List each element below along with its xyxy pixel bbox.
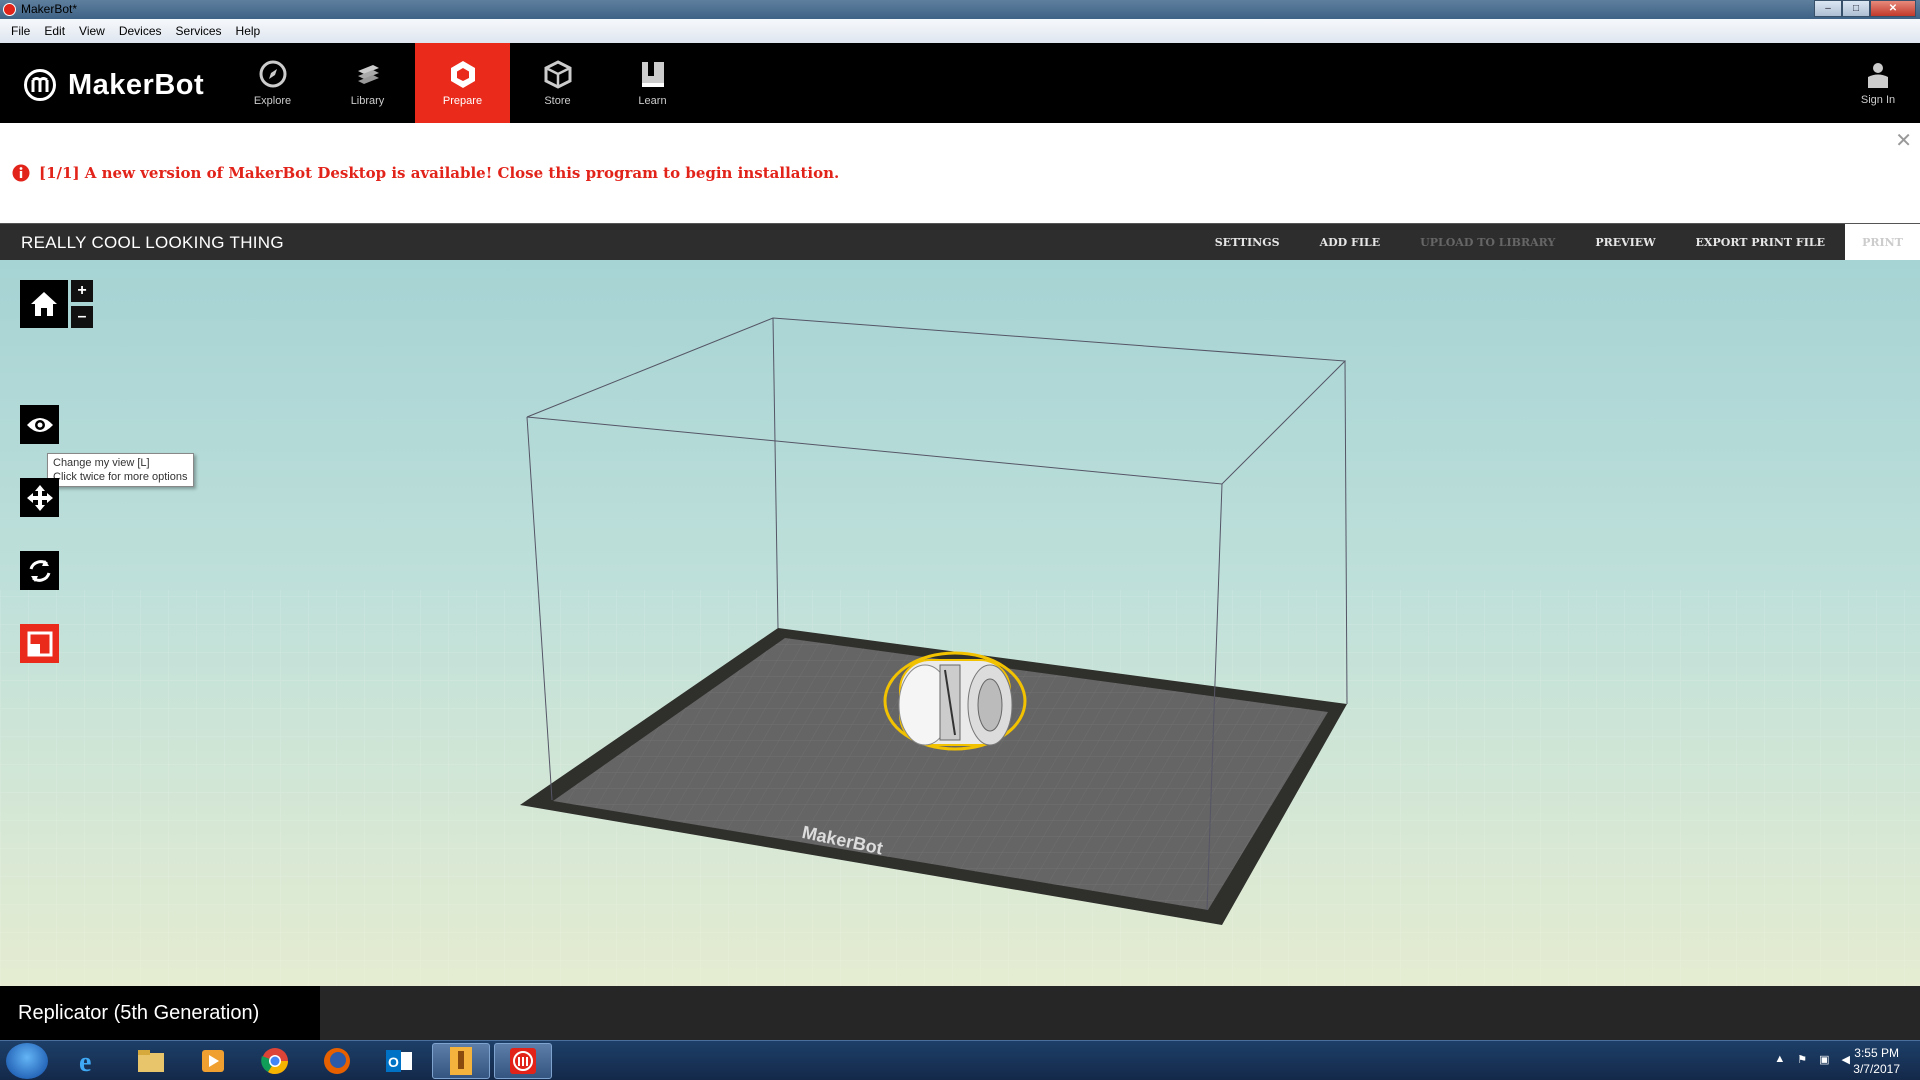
window-title-bar: MakerBot* – □ ✕ (0, 0, 1920, 19)
show-hidden-icons-icon[interactable]: ▲ (1774, 1053, 1785, 1066)
menu-services[interactable]: Services (169, 24, 229, 38)
svg-text:e: e (79, 1047, 91, 1076)
tooltip-line2: Click twice for more options (53, 471, 188, 483)
view-tooltip: Change my view [L] Click twice for more … (47, 453, 194, 487)
nav-store[interactable]: Store (510, 43, 605, 123)
media-player-icon[interactable] (184, 1043, 242, 1079)
preview-button[interactable]: PREVIEW (1575, 236, 1675, 249)
settings-button[interactable]: SETTINGS (1195, 236, 1300, 249)
volume-icon[interactable]: ◀ (1842, 1053, 1850, 1066)
sign-in-button[interactable]: Sign In (1848, 43, 1908, 123)
print-button[interactable]: PRINT (1845, 224, 1920, 260)
compass-icon (259, 60, 286, 88)
store-box-icon (544, 60, 571, 89)
flag-icon[interactable]: ⚑ (1797, 1053, 1807, 1066)
3d-model[interactable] (883, 651, 1027, 751)
build-volume-scene: MakerBot (0, 317, 1920, 986)
project-toolbar: REALLY COOL LOOKING THING SETTINGS ADD F… (0, 223, 1920, 260)
nav-learn-label: Learn (638, 95, 667, 107)
makerbot-app-icon (3, 3, 16, 16)
menu-help[interactable]: Help (229, 24, 268, 38)
prepare-icon (450, 61, 475, 88)
outlook-icon[interactable]: O (370, 1043, 428, 1079)
menu-file[interactable]: File (4, 24, 37, 38)
eye-icon (26, 417, 53, 432)
move-tool-button[interactable] (20, 478, 59, 517)
start-button[interactable] (6, 1043, 48, 1079)
zoom-out-button[interactable]: – (71, 306, 93, 328)
scale-icon (27, 631, 52, 656)
clock-time: 3:55 PM (1854, 1046, 1899, 1060)
home-icon (31, 292, 57, 316)
tooltip-line1: Change my view [L] (53, 457, 150, 469)
update-notification: [1/1] A new version of MakerBot Desktop … (0, 123, 1920, 223)
firefox-icon[interactable] (308, 1043, 366, 1079)
menu-edit[interactable]: Edit (37, 24, 72, 38)
makerbot-icon[interactable] (494, 1043, 552, 1079)
close-window-button[interactable]: ✕ (1870, 0, 1916, 17)
inventor-icon[interactable] (432, 1043, 490, 1079)
nav-library-label: Library (350, 95, 385, 107)
upload-to-library-button[interactable]: UPLOAD TO LIBRARY (1400, 236, 1575, 249)
nav-store-label: Store (544, 95, 571, 107)
nav-prepare[interactable]: Prepare (415, 43, 510, 123)
printer-selector[interactable]: Replicator (5th Generation) (0, 986, 320, 1040)
status-bar: Replicator (5th Generation) (0, 986, 1920, 1040)
home-view-button[interactable] (20, 280, 68, 328)
view-tool-button[interactable] (20, 405, 59, 444)
library-icon (357, 65, 379, 84)
nav-explore[interactable]: Explore (225, 43, 320, 123)
nav-explore-label: Explore (253, 95, 292, 107)
nav-prepare-label: Prepare (442, 95, 483, 107)
chrome-icon[interactable] (246, 1043, 304, 1079)
menu-view[interactable]: View (72, 24, 112, 38)
system-clock[interactable]: 3:55 PM 3/7/2017 (1853, 1045, 1900, 1077)
rotate-icon (29, 559, 50, 582)
rotate-tool-button[interactable] (20, 551, 59, 590)
ie-icon[interactable]: e (60, 1043, 118, 1079)
user-icon (1868, 63, 1888, 88)
network-icon[interactable]: ▣ (1819, 1053, 1829, 1066)
notification-message: [1/1] A new version of MakerBot Desktop … (39, 164, 840, 182)
menu-bar: File Edit View Devices Services Help (0, 19, 1920, 43)
logo-text: MakerBot (68, 68, 205, 101)
learn-book-icon (641, 62, 664, 87)
sign-in-label: Sign In (1860, 94, 1896, 106)
minimize-button[interactable]: – (1814, 0, 1842, 17)
add-file-button[interactable]: ADD FILE (1300, 236, 1401, 249)
maximize-button[interactable]: □ (1842, 0, 1870, 17)
menu-devices[interactable]: Devices (112, 24, 169, 38)
export-print-file-button[interactable]: EXPORT PRINT FILE (1676, 236, 1845, 249)
app-header: MakerBot Explore Library Prepare Store L… (0, 43, 1920, 123)
project-title[interactable]: REALLY COOL LOOKING THING (21, 233, 284, 253)
window-title: MakerBot* (21, 2, 78, 16)
zoom-in-button[interactable]: + (71, 280, 93, 302)
main-nav: Explore Library Prepare Store Learn (225, 43, 700, 123)
makerbot-logo[interactable]: MakerBot (24, 68, 204, 102)
nav-learn[interactable]: Learn (605, 43, 700, 123)
makerbot-logo-icon (24, 69, 56, 101)
close-notification-icon[interactable]: ✕ (1895, 128, 1912, 153)
windows-taskbar: e O ▲ ⚑ ▣ ◀ 3:55 PM 3/7/2017 (0, 1040, 1920, 1080)
clock-date: 3/7/2017 (1853, 1062, 1900, 1076)
nav-library[interactable]: Library (320, 43, 415, 123)
move-arrows-icon (26, 484, 53, 511)
alert-icon (12, 164, 30, 182)
system-tray: ▲ ⚑ ▣ ◀ (1774, 1053, 1850, 1066)
file-explorer-icon[interactable] (122, 1043, 180, 1079)
svg-text:O: O (388, 1054, 399, 1070)
scale-tool-button[interactable] (20, 624, 59, 663)
3d-viewport[interactable]: MakerBot + – Change my view [L] Click tw… (0, 260, 1920, 986)
